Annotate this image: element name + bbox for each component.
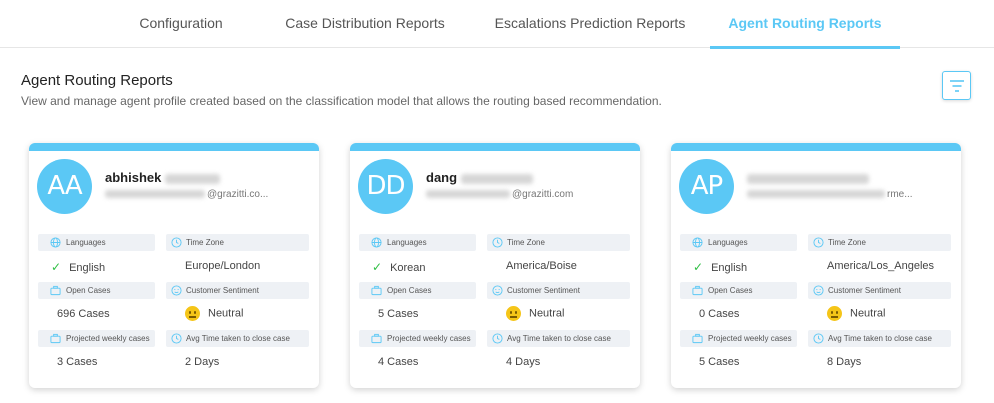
clock-icon: [492, 333, 503, 344]
filter-button[interactable]: [942, 71, 971, 100]
open-cases-value: 696 Cases: [57, 308, 110, 320]
briefcase-icon: [50, 333, 61, 344]
avg-time-label: Avg Time taken to close case: [808, 330, 951, 347]
agent-card[interactable]: AP rme... Languages Time Zone ✓ English A…: [671, 143, 961, 388]
open-cases-value: 5 Cases: [378, 308, 419, 320]
clock-icon: [813, 333, 824, 344]
time-zone-label: Time Zone: [487, 234, 630, 251]
smiley-icon: [813, 285, 824, 296]
agent-card[interactable]: AA abhishek @grazitti.co... Languages Ti…: [29, 143, 319, 388]
language-value: ✓ English: [51, 260, 106, 274]
avg-time-label: Avg Time taken to close case: [487, 330, 630, 347]
agent-email: @grazitti.com: [426, 189, 573, 200]
tab-escalations-prediction-reports[interactable]: Escalations Prediction Reports: [482, 0, 698, 48]
redacted-surname: [461, 173, 534, 184]
projected-weekly-label: Projected weekly cases: [680, 330, 797, 347]
agent-email-text: rme...: [887, 189, 913, 200]
smiley-icon: [171, 285, 182, 296]
avatar: AA: [37, 159, 92, 214]
languages-label: Languages: [38, 234, 155, 251]
avg-time-value: 8 Days: [827, 356, 862, 368]
redacted-email: [105, 190, 205, 199]
avatar: AP: [679, 159, 734, 214]
agent-email-text: @grazitti.com: [512, 189, 574, 200]
card-accent-bar: [350, 143, 640, 151]
avg-time-label: Avg Time taken to close case: [166, 330, 309, 347]
page-title: Agent Routing Reports: [21, 72, 173, 89]
check-icon: ✓: [693, 260, 704, 274]
globe-icon: [50, 237, 61, 248]
clock-icon: [171, 333, 182, 344]
page-subtitle: View and manage agent profile created ba…: [21, 94, 662, 108]
globe-icon: [371, 237, 382, 248]
redacted-name: [747, 173, 869, 184]
neutral-face-icon: [506, 306, 521, 321]
language-value: ✓ English: [693, 260, 748, 274]
redacted-email: [426, 190, 510, 199]
briefcase-icon: [50, 285, 61, 296]
time-zone-label: Time Zone: [166, 234, 309, 251]
card-accent-bar: [29, 143, 319, 151]
customer-sentiment-label: Customer Sentiment: [487, 282, 630, 299]
avatar: DD: [358, 159, 413, 214]
time-zone-value: America/Los_Angeles: [827, 260, 935, 272]
sentiment-value: Neutral: [827, 306, 885, 321]
time-zone-label: Time Zone: [808, 234, 951, 251]
tab-bar: Configuration Case Distribution Reports …: [0, 0, 994, 49]
tab-configuration[interactable]: Configuration: [122, 0, 240, 48]
briefcase-icon: [692, 285, 703, 296]
clock-icon: [813, 237, 824, 248]
customer-sentiment-label: Customer Sentiment: [808, 282, 951, 299]
open-cases-label: Open Cases: [680, 282, 797, 299]
neutral-face-icon: [185, 306, 200, 321]
language-value: ✓ Korean: [372, 260, 426, 274]
neutral-face-icon: [827, 306, 842, 321]
agent-email-text: @grazitti.co...: [207, 189, 269, 200]
projected-weekly-label: Projected weekly cases: [38, 330, 155, 347]
card-accent-bar: [671, 143, 961, 151]
agent-name: abhishek: [105, 170, 221, 185]
time-zone-value: America/Boise: [506, 260, 577, 272]
open-cases-value: 0 Cases: [699, 308, 740, 320]
projected-weekly-label: Projected weekly cases: [359, 330, 476, 347]
globe-icon: [692, 237, 703, 248]
projected-weekly-value: 4 Cases: [378, 356, 419, 368]
time-zone-value: Europe/London: [185, 260, 261, 272]
clock-icon: [171, 237, 182, 248]
languages-label: Languages: [680, 234, 797, 251]
agent-name: [747, 170, 869, 185]
sentiment-value: Neutral: [185, 306, 243, 321]
clock-icon: [492, 237, 503, 248]
agent-email: @grazitti.co...: [105, 189, 268, 200]
agent-name-text: abhishek: [105, 170, 162, 185]
open-cases-label: Open Cases: [359, 282, 476, 299]
agent-email: rme...: [747, 189, 913, 200]
sentiment-value: Neutral: [506, 306, 564, 321]
avg-time-value: 2 Days: [185, 356, 220, 368]
avg-time-value: 4 Days: [506, 356, 541, 368]
languages-label: Languages: [359, 234, 476, 251]
briefcase-icon: [371, 333, 382, 344]
briefcase-icon: [692, 333, 703, 344]
projected-weekly-value: 3 Cases: [57, 356, 98, 368]
check-icon: ✓: [51, 260, 62, 274]
agent-name: dang: [426, 170, 534, 185]
filter-icon: [950, 80, 964, 92]
redacted-email: [747, 190, 885, 199]
smiley-icon: [492, 285, 503, 296]
tab-case-distribution-reports[interactable]: Case Distribution Reports: [272, 0, 458, 48]
briefcase-icon: [371, 285, 382, 296]
agent-name-text: dang: [426, 170, 458, 185]
open-cases-label: Open Cases: [38, 282, 155, 299]
projected-weekly-value: 5 Cases: [699, 356, 740, 368]
tab-agent-routing-reports[interactable]: Agent Routing Reports: [710, 0, 900, 49]
check-icon: ✓: [372, 260, 383, 274]
agent-card[interactable]: DD dang @grazitti.com Languages Time Zon…: [350, 143, 640, 388]
redacted-surname: [165, 173, 221, 184]
customer-sentiment-label: Customer Sentiment: [166, 282, 309, 299]
